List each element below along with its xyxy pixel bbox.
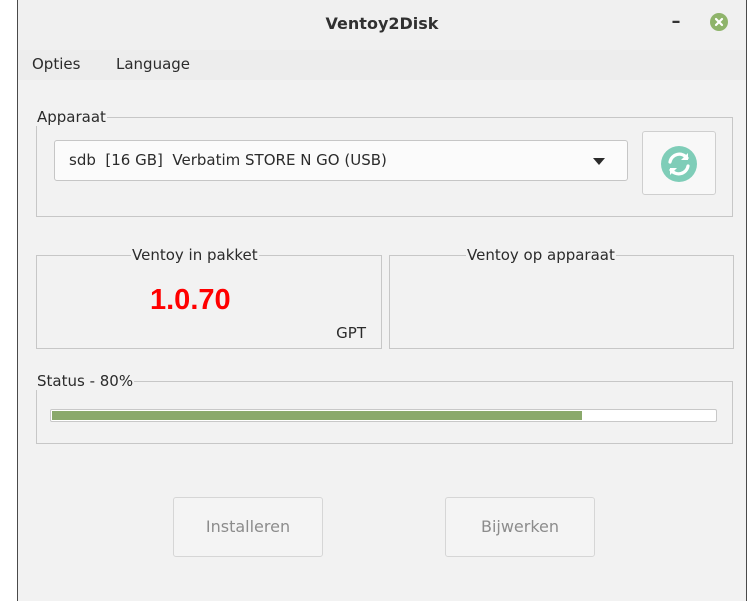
package-version-value: 1.0.70: [150, 284, 231, 316]
menu-bar: Opties Language: [18, 50, 746, 80]
device-version-label: Ventoy op apparaat: [466, 246, 616, 264]
minimize-icon[interactable]: –: [666, 13, 686, 33]
update-button[interactable]: Bijwerken: [445, 497, 595, 557]
device-select[interactable]: sdb [16 GB] Verbatim STORE N GO (USB): [54, 140, 628, 181]
progress-bar: [50, 409, 717, 422]
window-title: Ventoy2Disk: [325, 14, 439, 33]
install-button[interactable]: Installeren: [173, 497, 323, 557]
device-group: Apparaat sdb [16 GB] Verbatim STORE N GO…: [36, 108, 733, 217]
status-group: Status - 80%: [36, 372, 733, 444]
app-window: Ventoy2Disk – Opties Language Apparaat s…: [17, 0, 747, 601]
refresh-icon: [661, 146, 697, 182]
progress-fill: [52, 411, 582, 420]
device-version-group: Ventoy op apparaat: [389, 246, 734, 349]
refresh-button[interactable]: [642, 131, 716, 195]
device-select-value: sdb [16 GB] Verbatim STORE N GO (USB): [69, 151, 387, 169]
menu-opties[interactable]: Opties: [32, 55, 80, 73]
package-version-group: Ventoy in pakket 1.0.70 GPT: [36, 246, 382, 349]
menu-language[interactable]: Language: [116, 55, 190, 73]
device-group-label: Apparaat: [36, 108, 107, 126]
close-icon[interactable]: [710, 13, 728, 31]
status-label: Status - 80%: [36, 372, 135, 390]
chevron-down-icon: [593, 158, 605, 165]
package-version-label: Ventoy in pakket: [131, 246, 259, 264]
partition-style-label: GPT: [336, 324, 366, 342]
title-bar: Ventoy2Disk –: [18, 0, 746, 50]
